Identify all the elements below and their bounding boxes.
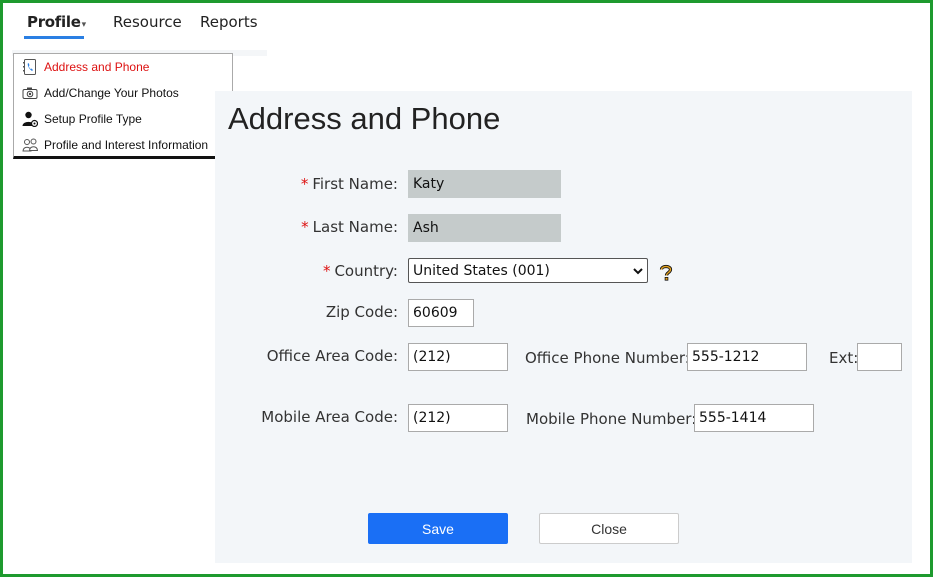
help-icon[interactable] xyxy=(658,264,674,281)
close-button[interactable]: Close xyxy=(539,513,679,544)
sidebar-item-label: Setup Profile Type xyxy=(44,112,142,126)
mobile-area-code-field[interactable]: (212) xyxy=(408,404,508,432)
people-icon xyxy=(22,137,39,153)
office-phone-label: Office Phone Number: xyxy=(525,349,690,367)
user-gear-icon xyxy=(22,111,39,128)
zip-code-field[interactable]: 60609 xyxy=(408,299,474,327)
sidebar-item-label: Profile and Interest Information xyxy=(44,138,209,152)
sidebar-item-label: Address and Phone xyxy=(44,60,150,74)
mobile-phone-label: Mobile Phone Number: xyxy=(526,410,697,428)
office-phone-field[interactable]: 555-1212 xyxy=(687,343,807,371)
top-nav: Profile▾ Resource Reports xyxy=(0,0,933,44)
required-marker: * xyxy=(300,175,309,193)
first-name-label: * First Name: xyxy=(300,175,398,193)
address-book-icon xyxy=(22,59,38,75)
profile-submenu: Address and Phone Add/Change Your Photos… xyxy=(13,53,233,159)
save-button[interactable]: Save xyxy=(368,513,508,544)
required-marker: * xyxy=(301,218,309,236)
sidebar-item-address-and-phone[interactable]: Address and Phone xyxy=(14,54,232,80)
tab-profile[interactable]: Profile▾ xyxy=(27,13,86,31)
last-name-label: * Last Name: xyxy=(301,218,398,236)
page-title: Address and Phone xyxy=(228,101,501,136)
chevron-down-icon xyxy=(633,263,643,279)
first-name-field[interactable]: Katy xyxy=(408,170,561,198)
ext-field[interactable] xyxy=(857,343,902,371)
office-area-code-field[interactable]: (212) xyxy=(408,343,508,371)
chevron-down-icon: ▾ xyxy=(81,20,87,30)
sidebar-item-label: Add/Change Your Photos xyxy=(44,86,179,100)
tab-resource[interactable]: Resource xyxy=(113,13,182,31)
sidebar-item-photos[interactable]: Add/Change Your Photos xyxy=(14,80,232,106)
ext-label: Ext: xyxy=(829,349,859,367)
country-select[interactable]: United States (001) xyxy=(408,258,648,283)
last-name-field[interactable]: Ash xyxy=(408,214,561,242)
active-tab-indicator xyxy=(24,36,84,39)
office-area-code-label: Office Area Code: xyxy=(266,347,398,365)
sidebar-item-profile-interest[interactable]: Profile and Interest Information xyxy=(14,132,232,158)
mobile-area-code-label: Mobile Area Code: xyxy=(261,408,398,426)
tab-reports[interactable]: Reports xyxy=(200,13,258,31)
country-label: * Country: xyxy=(322,262,398,280)
required-marker: * xyxy=(322,262,331,280)
country-select-value: United States (001) xyxy=(413,262,550,279)
zip-code-label: Zip Code: xyxy=(325,303,398,321)
sidebar-item-profile-type[interactable]: Setup Profile Type xyxy=(14,106,232,132)
address-phone-panel: Address and Phone * First Name: Katy * Las… xyxy=(215,91,912,563)
mobile-phone-field[interactable]: 555-1414 xyxy=(694,404,814,432)
camera-icon xyxy=(22,85,38,101)
tab-profile-label: Profile xyxy=(27,13,81,31)
